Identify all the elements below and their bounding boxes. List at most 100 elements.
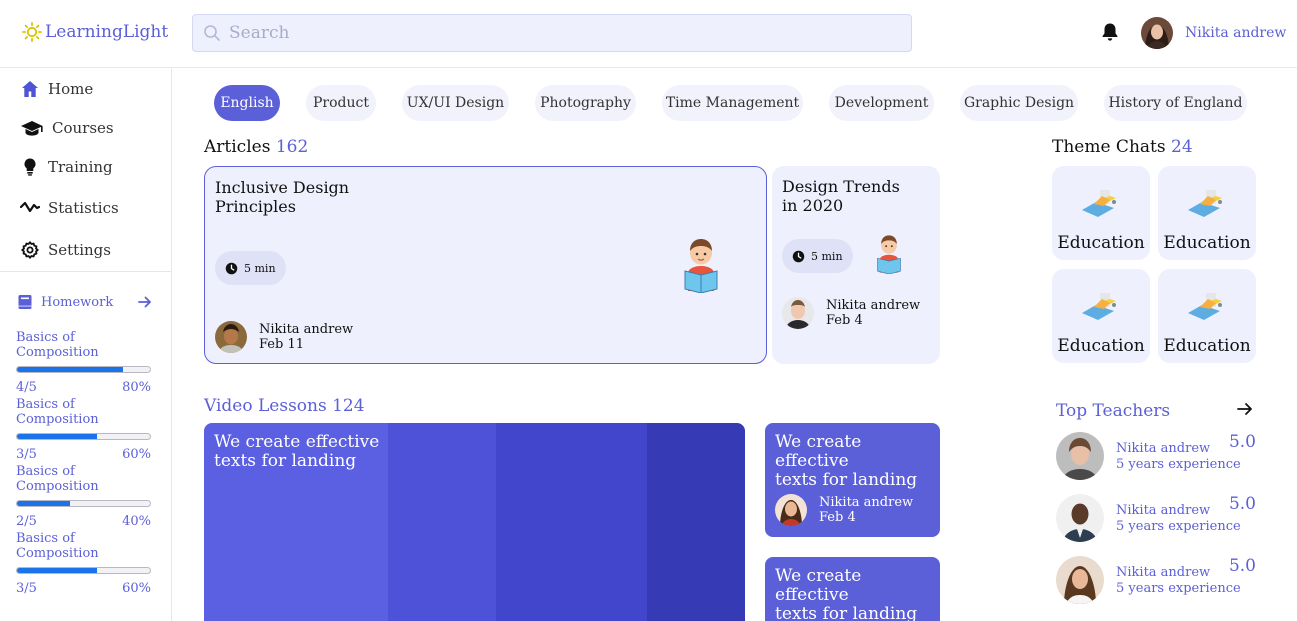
author-name: Nikita andrew — [826, 298, 921, 313]
article-title-line: Principles — [215, 197, 296, 216]
search-icon — [204, 25, 220, 41]
theme-chat-education[interactable]: Education — [1052, 166, 1150, 260]
tag-ux-ui-design[interactable]: UX/UI Design — [402, 85, 509, 121]
education-icon — [1082, 293, 1116, 320]
bell-icon[interactable] — [1101, 22, 1119, 42]
education-icon — [1188, 190, 1222, 217]
tag-history-of-england[interactable]: History of England — [1104, 85, 1247, 121]
sidebar-item-courses[interactable]: Courses — [20, 118, 114, 138]
teacher-item[interactable]: Nikita andrew 5 years experience 5.0 — [1056, 432, 1256, 482]
video-lesson-card[interactable]: We create effective texts for landing Ni… — [765, 423, 940, 537]
homework-item[interactable]: Basics of Composition 2/5 40% — [16, 464, 151, 529]
theme-chats-title: Theme Chats 24 — [1052, 137, 1193, 157]
article-title: Design Trends in 2020 — [782, 177, 900, 215]
video-lesson-card[interactable]: We create effective texts for landing — [765, 557, 940, 621]
tag-graphic-design[interactable]: Graphic Design — [960, 85, 1078, 121]
video-lessons-title: Video Lessons 124 — [204, 396, 365, 416]
tag-development[interactable]: Development — [829, 85, 934, 121]
teacher-experience: 5 years experience — [1116, 581, 1241, 596]
read-time-badge: 5 min — [782, 239, 853, 273]
author-avatar — [215, 321, 247, 353]
video-thumbnail-band — [388, 423, 496, 621]
progress-fill — [17, 568, 97, 573]
video-thumbnail-band — [496, 423, 647, 621]
article-title-line: in 2020 — [782, 196, 844, 215]
arrow-right-icon[interactable] — [138, 295, 152, 309]
homework-percent: 80% — [122, 380, 151, 395]
sidebar: Home Courses Training Statistics Setting… — [0, 69, 172, 621]
lightbulb-icon — [24, 158, 36, 176]
video-title-line: texts for landing — [214, 451, 357, 471]
user-avatar[interactable] — [1141, 17, 1173, 49]
sidebar-item-training[interactable]: Training — [20, 157, 113, 177]
sidebar-item-home[interactable]: Home — [20, 79, 93, 99]
teacher-rating: 5.0 — [1228, 556, 1256, 576]
gear-icon — [21, 241, 39, 259]
teacher-name: Nikita andrew — [1116, 503, 1211, 518]
video-title: We create effective texts for landing — [214, 433, 379, 471]
homework-done: 4/5 — [16, 380, 37, 395]
sidebar-item-label: Statistics — [48, 199, 119, 217]
top-teachers-title: Top Teachers — [1056, 401, 1171, 421]
homework-header[interactable]: Homework — [17, 294, 152, 310]
articles-count: 162 — [275, 137, 309, 157]
article-card[interactable]: Inclusive Design Principles 5 min Nikita… — [204, 166, 767, 364]
progress-fill — [17, 434, 97, 439]
logo[interactable]: LearningLight — [22, 22, 168, 42]
article-author[interactable]: Nikita andrew Feb 4 — [782, 297, 920, 329]
theme-chat-label: Education — [1057, 233, 1145, 253]
user-name[interactable]: Nikita andrew — [1185, 25, 1286, 41]
homework-percent: 60% — [122, 447, 151, 462]
read-time: 5 min — [811, 249, 843, 263]
teacher-rating: 5.0 — [1228, 432, 1256, 452]
homework-item[interactable]: Basics of Composition 4/5 80% — [16, 330, 151, 395]
theme-chat-education[interactable]: Education — [1158, 166, 1256, 260]
homework-item[interactable]: Basics of Composition 3/5 60% — [16, 531, 151, 596]
tag-product[interactable]: Product — [306, 85, 376, 121]
progress-bar — [16, 366, 151, 373]
homework-title: Basics of Composition — [16, 531, 99, 561]
teacher-item[interactable]: Nikita andrew 5 years experience 5.0 — [1056, 556, 1256, 606]
homework-item[interactable]: Basics of Composition 3/5 60% — [16, 397, 151, 462]
video-author[interactable]: Nikita andrew Feb 4 — [775, 494, 913, 526]
article-date: Feb 4 — [826, 313, 863, 328]
video-date: Feb 4 — [819, 510, 856, 525]
progress-bar — [16, 500, 151, 507]
theme-chat-label: Education — [1057, 336, 1145, 356]
teacher-experience: 5 years experience — [1116, 457, 1241, 472]
sidebar-item-statistics[interactable]: Statistics — [20, 198, 119, 218]
video-lesson-main[interactable]: We create effective texts for landing — [204, 423, 745, 621]
read-time-badge: 5 min — [215, 251, 286, 285]
theme-chat-label: Education — [1163, 336, 1251, 356]
theme-chat-education[interactable]: Education — [1158, 269, 1256, 363]
author-avatar — [782, 297, 814, 329]
theme-chat-education[interactable]: Education — [1052, 269, 1150, 363]
sun-icon — [22, 22, 42, 42]
article-title-line: Design Trends — [782, 177, 900, 196]
teacher-item[interactable]: Nikita andrew 5 years experience 5.0 — [1056, 494, 1256, 544]
progress-bar — [16, 567, 151, 574]
article-card[interactable]: Design Trends in 2020 5 min Nikita andre… — [772, 166, 940, 364]
articles-title: Articles — [204, 137, 271, 157]
video-title: We create effective texts for landing — [775, 567, 940, 621]
tag-english[interactable]: English — [214, 85, 280, 121]
search-bar — [192, 14, 912, 52]
video-title-line: texts for landing — [775, 604, 918, 621]
author-name: Nikita andrew — [259, 322, 354, 337]
sidebar-item-settings[interactable]: Settings — [20, 240, 111, 260]
video-title-line: We create effective — [775, 432, 862, 471]
sidebar-item-label: Courses — [52, 119, 114, 137]
arrow-right-icon[interactable] — [1237, 401, 1253, 417]
homework-percent: 40% — [122, 514, 151, 529]
article-author[interactable]: Nikita andrew Feb 11 — [215, 321, 353, 353]
tag-time-management[interactable]: Time Management — [662, 85, 803, 121]
video-title-line: We create effective — [214, 432, 380, 452]
homework-percent: 60% — [122, 581, 151, 596]
search-input[interactable] — [229, 23, 889, 43]
sidebar-item-label: Home — [48, 80, 94, 98]
reading-boy-illustration — [684, 239, 718, 293]
home-icon — [22, 81, 38, 97]
tag-photography[interactable]: Photography — [535, 85, 636, 121]
article-title: Inclusive Design Principles — [215, 178, 349, 216]
graduation-cap-icon — [21, 121, 43, 136]
